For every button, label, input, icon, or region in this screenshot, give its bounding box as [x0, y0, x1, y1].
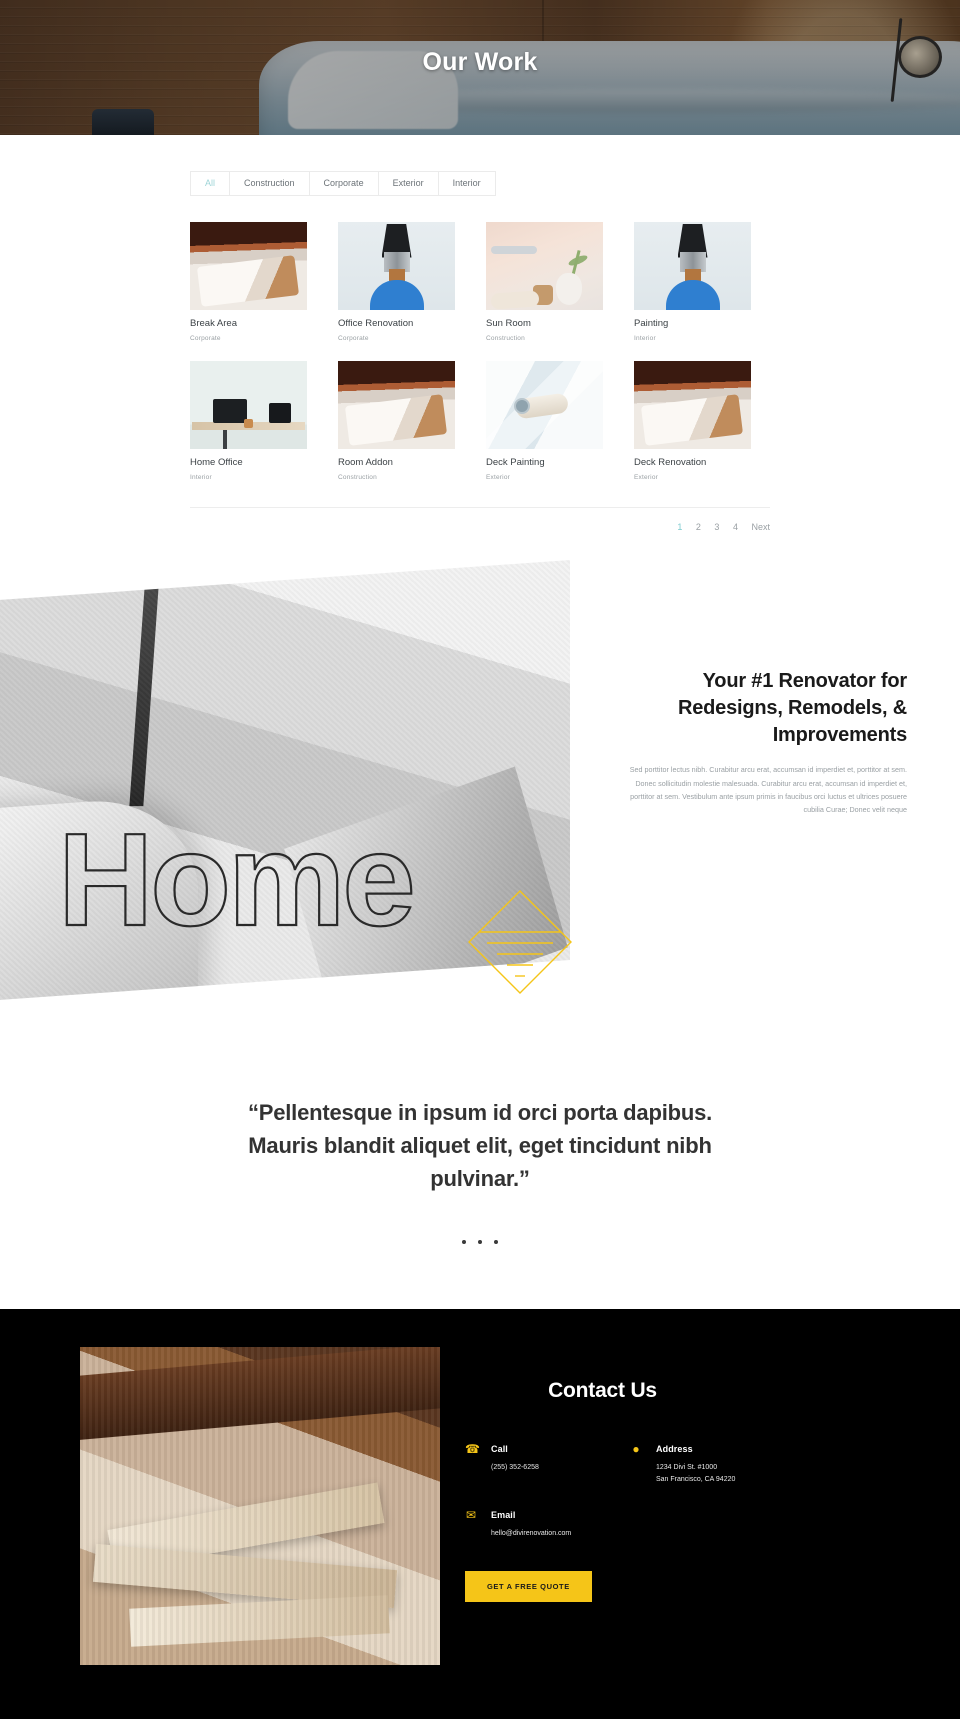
map-pin-icon: ● [632, 1442, 640, 1457]
filter-construction[interactable]: Construction [229, 171, 309, 196]
footer-contact-section: Contact Us ☎ Call (255) 352-6258 ● Addre… [0, 1309, 960, 1719]
gallery-item[interactable]: Deck Renovation Exterior [634, 361, 751, 481]
gallery-item[interactable]: Room Addon Construction [338, 361, 455, 481]
filter-all[interactable]: All [190, 171, 230, 196]
gallery-filter-bar: All Construction Corporate Exterior Inte… [190, 171, 770, 196]
gallery-item-category: Construction [338, 474, 377, 482]
get-free-quote-button[interactable]: GET A FREE QUOTE [465, 1571, 592, 1603]
slider-dot[interactable] [478, 1240, 482, 1245]
filter-exterior[interactable]: Exterior [377, 171, 438, 196]
testimonial-slider-dots[interactable] [0, 1231, 960, 1249]
gallery-item-category: Construction [486, 335, 525, 343]
contact-item-call: ☎ Call (255) 352-6258 [465, 1443, 630, 1484]
pagination-next[interactable]: Next [751, 522, 770, 532]
envelope-icon: ✉ [465, 1507, 477, 1522]
slider-dot[interactable] [461, 1240, 466, 1245]
gallery-container: All Construction Corporate Exterior Inte… [190, 171, 770, 544]
about-wordmark: Home [57, 806, 417, 954]
filter-interior[interactable]: Interior [437, 171, 496, 196]
contact-grid-spacer [630, 1509, 830, 1539]
gallery-item-title: Painting [634, 317, 669, 329]
gallery-thumbnail[interactable] [634, 361, 751, 450]
contact-item-email: ✉ Email hello@divirenovation.com [465, 1509, 630, 1539]
gallery-thumbnail[interactable] [190, 361, 307, 450]
pagination-page-2[interactable]: 2 [696, 522, 701, 532]
gallery-grid: Break Area Corporate Office Renovation C… [190, 221, 770, 481]
phone-icon: ☎ [465, 1442, 480, 1457]
filter-corporate[interactable]: Corporate [308, 171, 378, 196]
gallery-item-category: Corporate [338, 335, 369, 343]
contact-label-email: Email [491, 1509, 516, 1520]
gallery-section: All Construction Corporate Exterior Inte… [0, 135, 960, 545]
contact-item-address: ● Address 1234 Divi St. #1000 San Franci… [630, 1443, 830, 1484]
about-text-block: Your #1 Renovator for Redesigns, Remodel… [617, 668, 907, 816]
gallery-thumbnail[interactable] [338, 361, 455, 450]
pagination-page-3[interactable]: 3 [714, 522, 719, 532]
about-heading: Your #1 Renovator for Redesigns, Remodel… [678, 670, 907, 747]
gallery-item-title: Deck Painting [486, 457, 545, 469]
contact-label-call: Call [491, 1444, 508, 1455]
gallery-item-category: Corporate [190, 335, 221, 343]
gallery-item[interactable]: Home Office Interior [190, 361, 307, 481]
contact-heading: Contact Us [548, 1379, 657, 1403]
pagination-page-1[interactable]: 1 [677, 522, 682, 532]
about-paragraph: Sed porttitor lectus nibh. Curabitur arc… [629, 765, 907, 815]
contact-value-phone[interactable]: (255) 352-6258 [491, 1462, 630, 1473]
gallery-item-title: Room Addon [338, 457, 393, 469]
page-title: Our Work [422, 48, 538, 76]
testimonial-quote: “Pellentesque in ipsum id orci porta dap… [247, 1100, 713, 1192]
gallery-item[interactable]: Sun Room Construction [486, 221, 603, 343]
gallery-item-title: Break Area [190, 317, 237, 329]
gallery-item-category: Exterior [634, 474, 658, 482]
gallery-item-category: Exterior [486, 474, 510, 482]
footer-content: Contact Us ☎ Call (255) 352-6258 ● Addre… [465, 1379, 885, 1603]
page-root: Our Work All Construction Corporate Exte… [0, 0, 960, 1719]
gallery-item-category: Interior [190, 474, 212, 482]
gallery-thumbnail[interactable] [190, 221, 307, 310]
gallery-item-title: Home Office [190, 457, 243, 469]
gallery-thumbnail[interactable] [338, 221, 455, 310]
gallery-item[interactable]: Office Renovation Corporate [338, 221, 455, 343]
gallery-thumbnail[interactable] [486, 221, 603, 310]
gallery-item-title: Sun Room [486, 317, 531, 329]
gallery-thumbnail[interactable] [486, 361, 603, 450]
gallery-item[interactable]: Break Area Corporate [190, 221, 307, 343]
contact-value-email[interactable]: hello@divirenovation.com [491, 1528, 630, 1539]
gallery-item[interactable]: Painting Interior [634, 221, 751, 343]
hero-banner: Our Work [0, 0, 960, 135]
about-section: Your #1 Renovator for Redesigns, Remodel… [0, 560, 960, 1036]
gallery-item-title: Deck Renovation [634, 457, 707, 469]
gallery-item[interactable]: Deck Painting Exterior [486, 361, 603, 481]
footer-photo [80, 1347, 440, 1666]
gallery-item-category: Interior [634, 335, 656, 343]
slider-dot[interactable] [494, 1240, 499, 1245]
gallery-thumbnail[interactable] [634, 221, 751, 310]
contact-value-address: 1234 Divi St. #1000 San Francisco, CA 94… [656, 1464, 736, 1483]
contact-label-address: Address [656, 1444, 693, 1455]
testimonial-section: “Pellentesque in ipsum id orci porta dap… [0, 1096, 960, 1309]
contact-details-grid: ☎ Call (255) 352-6258 ● Address 1234 Div… [465, 1443, 885, 1539]
pagination: 1 2 3 4 Next [190, 507, 770, 544]
pagination-page-4[interactable]: 4 [733, 522, 738, 532]
diamond-decoration-icon [468, 890, 572, 995]
gallery-item-title: Office Renovation [338, 317, 414, 329]
